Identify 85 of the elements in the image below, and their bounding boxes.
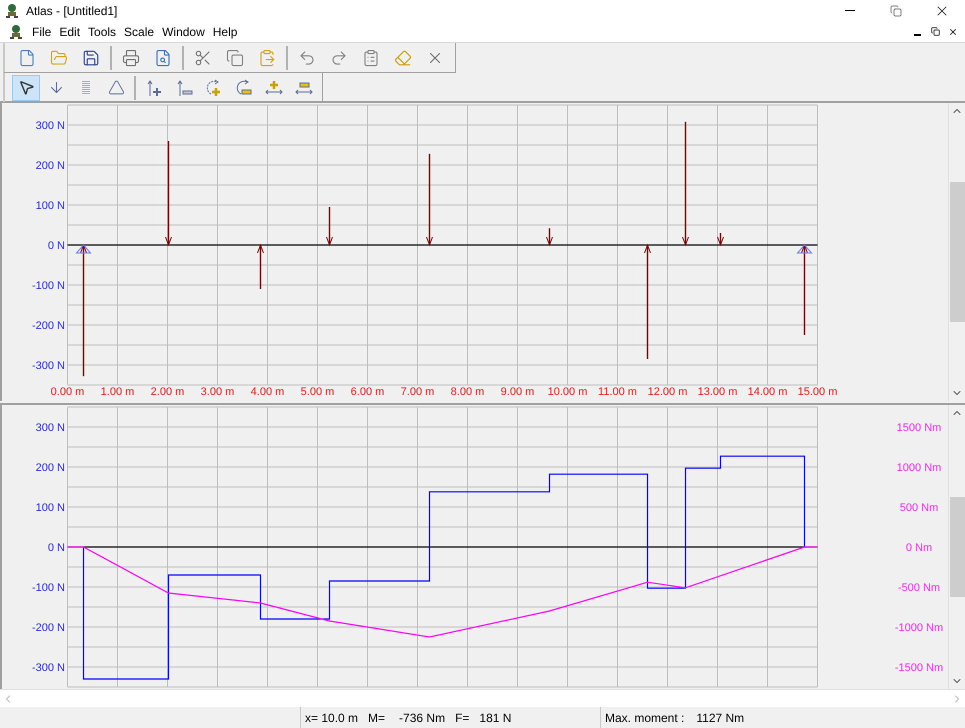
axis-label: 1500 Nm bbox=[896, 422, 942, 434]
support-triangle bbox=[796, 244, 813, 254]
restore-icon bbox=[930, 27, 940, 36]
app-logo-icon bbox=[8, 24, 24, 40]
pointer-icon bbox=[18, 79, 34, 96]
axis-label: 4.00 m bbox=[250, 386, 284, 398]
scrollbar-thumb[interactable] bbox=[950, 497, 965, 597]
scrollbar-thumb[interactable] bbox=[950, 182, 965, 322]
axis-label: 15.00 m bbox=[798, 386, 838, 398]
axis-label: 3.00 m bbox=[200, 386, 234, 398]
printer-icon bbox=[122, 48, 140, 66]
vertical-scrollbar[interactable] bbox=[948, 103, 965, 401]
status-max-moment: 1127 Nm bbox=[696, 710, 744, 726]
axis-label: 100 N bbox=[36, 200, 65, 212]
rotate-minus-icon bbox=[235, 78, 253, 96]
arrow-plus-icon bbox=[145, 78, 163, 96]
status-label: Max. moment : bbox=[605, 710, 684, 726]
axis-label: 200 N bbox=[36, 462, 65, 474]
undo-icon bbox=[298, 48, 316, 66]
axis-label: 300 N bbox=[36, 422, 65, 434]
axis-label: -1000 Nm bbox=[894, 622, 944, 634]
axis-label: 1.00 m bbox=[100, 386, 134, 398]
status-position: x= 10.0 m bbox=[305, 710, 358, 726]
menu-item[interactable]: Edit bbox=[55, 22, 84, 40]
scissors-icon bbox=[194, 48, 212, 66]
close-icon bbox=[948, 26, 958, 36]
arrow-minus-icon bbox=[175, 78, 193, 96]
axis-label: -500 Nm bbox=[898, 582, 940, 594]
menu-item[interactable]: Tools bbox=[84, 22, 120, 40]
restore-icon bbox=[890, 4, 902, 16]
axis-label: 100 N bbox=[36, 502, 65, 514]
menu-item[interactable]: Scale bbox=[120, 22, 158, 40]
axis-label: 6.00 m bbox=[350, 386, 384, 398]
status-force: 181 N bbox=[479, 710, 512, 726]
axis-label: 5.00 m bbox=[300, 386, 334, 398]
menu-item[interactable]: Window bbox=[158, 22, 209, 40]
axis-label: 0 Nm bbox=[906, 542, 932, 554]
axis-label: 200 N bbox=[36, 160, 65, 172]
span-plus-icon bbox=[265, 78, 283, 96]
paste-icon bbox=[258, 48, 276, 66]
tool-button[interactable] bbox=[12, 74, 40, 100]
minimize-icon bbox=[845, 10, 855, 11]
axis-label: -300 N bbox=[32, 360, 65, 372]
copy-icon bbox=[226, 48, 244, 66]
axis-label: 500 Nm bbox=[900, 502, 938, 514]
minimize-icon bbox=[914, 34, 920, 36]
new-file-icon bbox=[18, 48, 36, 66]
status-moment: -736 Nm bbox=[399, 710, 446, 726]
rotate-plus-icon bbox=[205, 78, 223, 96]
axis-label: 10.00 m bbox=[548, 386, 588, 398]
axis-label: 7.00 m bbox=[400, 386, 434, 398]
app-logo-icon bbox=[4, 2, 20, 18]
axis-label: -200 N bbox=[32, 622, 65, 634]
redo-icon bbox=[330, 48, 348, 66]
axis-label: 2.00 m bbox=[150, 386, 184, 398]
folder-icon bbox=[50, 48, 68, 66]
axis-label: -100 N bbox=[32, 582, 65, 594]
triangle-icon bbox=[108, 79, 124, 96]
support-triangle bbox=[75, 244, 92, 254]
eraser-icon bbox=[394, 48, 412, 66]
vertical-scrollbar[interactable] bbox=[948, 405, 965, 689]
menu-item[interactable]: File bbox=[28, 22, 56, 40]
axis-label: 11.00 m bbox=[598, 386, 637, 398]
axis-label: -100 N bbox=[32, 280, 65, 292]
axis-label: -1500 Nm bbox=[894, 662, 944, 674]
save-icon bbox=[82, 48, 100, 66]
axis-label: 0 N bbox=[48, 240, 65, 252]
axis-label: 13.00 m bbox=[698, 386, 738, 398]
axis-label: 9.00 m bbox=[500, 386, 534, 398]
axis-label: 300 N bbox=[36, 120, 65, 132]
list-icon bbox=[362, 48, 380, 66]
preview-icon bbox=[154, 48, 172, 66]
axis-label: -300 N bbox=[32, 662, 65, 674]
menu-item[interactable]: Help bbox=[208, 22, 242, 40]
window-title: Atlas - [Untitled1] bbox=[26, 2, 118, 20]
axis-label: 0 N bbox=[48, 542, 65, 554]
axis-label: 0.00 m bbox=[50, 386, 84, 398]
axis-label: 1000 Nm bbox=[896, 462, 942, 474]
axis-label: 14.00 m bbox=[748, 386, 788, 398]
axis-label: -200 N bbox=[32, 320, 65, 332]
hatch-icon bbox=[82, 80, 90, 94]
status-label: F= bbox=[455, 710, 470, 726]
status-label: M= bbox=[368, 710, 386, 726]
axis-label: 8.00 m bbox=[450, 386, 484, 398]
axis-label: 12.00 m bbox=[648, 386, 688, 398]
